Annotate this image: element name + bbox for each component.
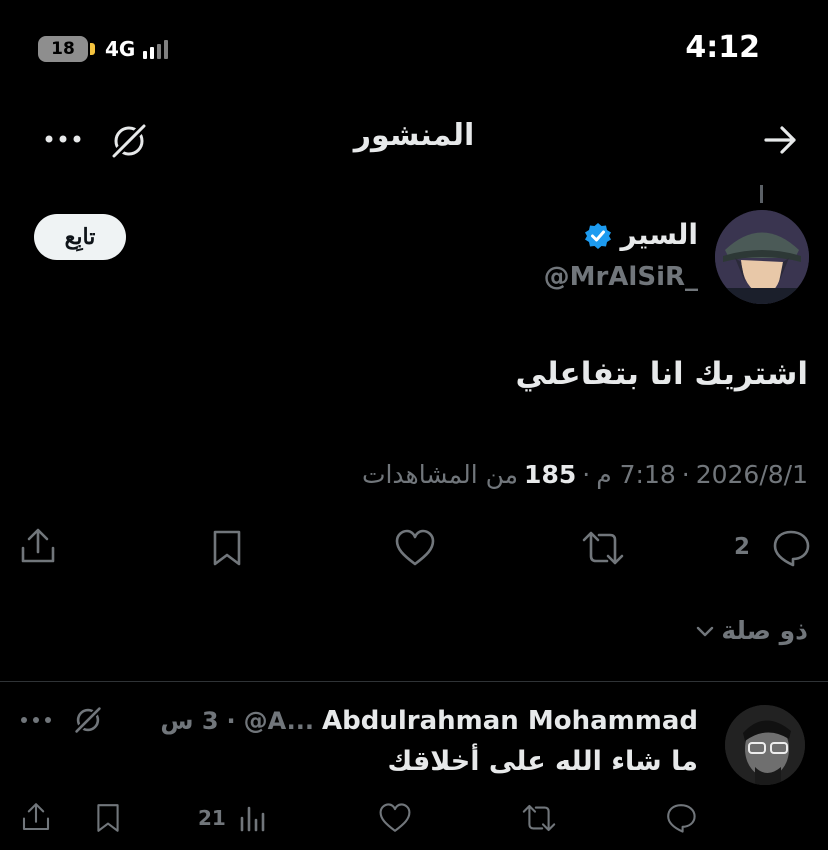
views-label[interactable]: من المشاهدات xyxy=(362,460,518,489)
grok-icon[interactable] xyxy=(72,704,104,736)
signal-icon xyxy=(143,39,169,59)
meta-separator: · xyxy=(681,460,690,489)
thread-line xyxy=(760,185,763,203)
share-icon[interactable] xyxy=(20,800,52,834)
views-icon[interactable] xyxy=(238,804,266,832)
views-count[interactable]: 185 xyxy=(524,460,576,489)
battery-level: 18 xyxy=(51,39,75,59)
related-label[interactable]: ذو صلة xyxy=(721,616,808,645)
post-date: 2026/8/1 xyxy=(695,460,808,489)
more-icon[interactable] xyxy=(44,132,84,146)
share-icon[interactable] xyxy=(18,526,58,566)
post-meta: 2026/8/1 · 7:18 م · 185 من المشاهدات xyxy=(362,460,808,489)
reply-time: 3 س xyxy=(160,707,219,735)
retweet-icon[interactable] xyxy=(520,802,558,834)
verified-icon xyxy=(584,222,612,250)
more-icon[interactable] xyxy=(20,714,52,726)
reply-views-count[interactable]: 21 xyxy=(198,806,226,830)
chevron-down-icon xyxy=(695,624,715,638)
like-icon[interactable] xyxy=(393,528,437,568)
bookmark-icon[interactable] xyxy=(210,528,244,568)
related-section[interactable]: ذو صلة xyxy=(695,616,808,645)
avatar[interactable] xyxy=(715,210,809,304)
reply-author-handle[interactable]: @A... xyxy=(244,707,314,735)
reply-icon[interactable] xyxy=(664,802,698,834)
battery-cap xyxy=(90,43,95,55)
post-text: اشتريك انا بتفاعلي xyxy=(515,356,809,392)
reply-avatar[interactable] xyxy=(725,705,805,785)
reply-count: 2 xyxy=(734,534,751,560)
status-bar-left: 18 4G xyxy=(38,36,169,62)
status-time: 4:12 xyxy=(685,30,760,65)
battery-icon: 18 xyxy=(38,36,88,62)
reply-author-name[interactable]: Abdulrahman Mohammad xyxy=(322,706,698,736)
reply-text: ما شاء الله على أخلاقك xyxy=(387,746,698,777)
meta-separator: · xyxy=(226,707,236,735)
author-name[interactable]: السير xyxy=(621,218,698,251)
follow-button[interactable]: تابِع xyxy=(34,214,126,260)
divider xyxy=(0,681,828,682)
reply-icon[interactable] xyxy=(770,528,812,568)
post-time: 7:18 م xyxy=(596,460,676,489)
bookmark-icon[interactable] xyxy=(94,802,122,834)
retweet-icon[interactable] xyxy=(580,528,626,568)
author-handle[interactable]: @MrAlSiR_ xyxy=(544,262,698,292)
meta-separator: · xyxy=(582,460,591,489)
like-icon[interactable] xyxy=(377,802,413,834)
reply-header: Abdulrahman Mohammad @A... · 3 س xyxy=(160,706,698,736)
network-type: 4G xyxy=(105,37,136,61)
grok-icon[interactable] xyxy=(108,120,150,162)
